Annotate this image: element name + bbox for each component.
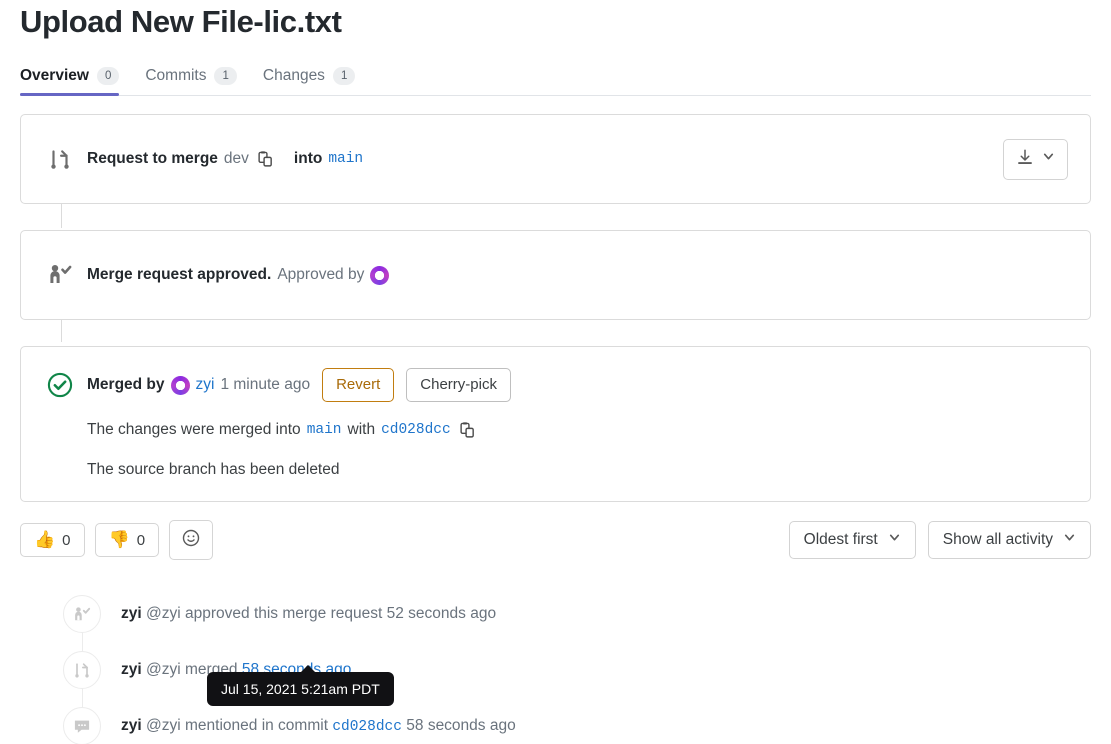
timestamp-tooltip: Jul 15, 2021 5:21am PDT bbox=[207, 665, 394, 706]
activity-item: zyi @zyi approved this merge request 52 … bbox=[20, 586, 1091, 642]
merge-detail-with: with bbox=[347, 421, 376, 438]
chevron-down-icon bbox=[888, 531, 901, 549]
activity-feed: zyi @zyi approved this merge request 52 … bbox=[20, 586, 1091, 744]
avatar[interactable] bbox=[170, 375, 190, 395]
widget-connector-1 bbox=[61, 202, 62, 228]
merge-detail-prefix: The changes were merged into bbox=[87, 421, 301, 438]
cherry-pick-button[interactable]: Cherry-pick bbox=[406, 368, 511, 402]
activity-filter-value: Show all activity bbox=[942, 531, 1053, 548]
activity-handle: @zyi bbox=[146, 717, 181, 734]
tab-commits[interactable]: Commits 1 bbox=[145, 67, 237, 95]
merge-request-icon bbox=[43, 146, 77, 172]
thumbs-down-icon: 👎 bbox=[108, 530, 130, 549]
activity-text: zyi @zyi approved this merge request 52 … bbox=[121, 605, 496, 623]
activity-action: approved this merge request bbox=[185, 605, 383, 622]
tab-changes-label: Changes bbox=[262, 67, 325, 84]
approval-icon bbox=[43, 262, 77, 288]
smiley-face-icon bbox=[181, 528, 201, 552]
request-to-merge-widget: Request to merge dev into main bbox=[20, 114, 1091, 204]
sort-order-dropdown[interactable]: Oldest first bbox=[788, 521, 916, 559]
approval-row: Merge request approved. Approved by bbox=[21, 231, 1090, 319]
request-to-merge-row: Request to merge dev into main bbox=[21, 115, 1090, 203]
tab-overview-count: 0 bbox=[96, 67, 120, 85]
activity-handle: @zyi bbox=[146, 661, 181, 678]
comment-icon bbox=[63, 707, 101, 744]
approval-title: Merge request approved. bbox=[87, 266, 272, 283]
tab-changes-count: 1 bbox=[332, 67, 356, 85]
activity-handle: @zyi bbox=[146, 605, 181, 622]
merged-widget: Merged by zyi 1 minute ago Revert Cherry… bbox=[20, 346, 1091, 502]
activity-text: zyi @zyi mentioned in commit cd028dcc 58… bbox=[121, 717, 516, 735]
activity-time: 52 seconds ago bbox=[386, 605, 497, 622]
download-icon bbox=[1016, 148, 1034, 171]
merged-header: Merged by zyi 1 minute ago Revert Cherry… bbox=[43, 365, 1068, 405]
source-branch-note-line: The source branch has been deleted bbox=[87, 461, 1068, 479]
merged-details: The changes were merged into main with c… bbox=[87, 421, 1068, 479]
activity-author[interactable]: zyi bbox=[121, 717, 142, 734]
merge-request-icon bbox=[63, 651, 101, 689]
merged-author-link[interactable]: zyi bbox=[196, 376, 215, 394]
activity-time: 58 seconds ago bbox=[406, 717, 516, 734]
approval-icon bbox=[63, 595, 101, 633]
commit-sha-link[interactable]: cd028dcc bbox=[381, 422, 451, 438]
tab-overview[interactable]: Overview 0 bbox=[20, 67, 120, 96]
target-branch[interactable]: main bbox=[328, 151, 363, 167]
thumbs-down-count: 0 bbox=[136, 531, 146, 549]
approval-text: Merge request approved. Approved by bbox=[87, 265, 390, 285]
copy-icon[interactable] bbox=[255, 150, 276, 168]
avatar[interactable] bbox=[370, 265, 390, 285]
approved-by-label: Approved by bbox=[277, 266, 365, 283]
activity-commit-sha[interactable]: cd028dcc bbox=[332, 719, 402, 735]
merged-check-icon bbox=[43, 371, 77, 399]
thumbs-up-count: 0 bbox=[62, 531, 71, 549]
copy-icon[interactable] bbox=[457, 421, 478, 439]
request-label: Request to merge bbox=[87, 150, 218, 167]
activity-item: zyi @zyi mentioned in commit cd028dcc 58… bbox=[20, 698, 1091, 744]
activity-filter-dropdown[interactable]: Show all activity bbox=[927, 521, 1091, 559]
tab-commits-label: Commits bbox=[145, 67, 207, 84]
thumbs-up-icon: 👍 bbox=[34, 530, 56, 549]
tab-commits-count: 1 bbox=[214, 67, 237, 85]
sort-order-value: Oldest first bbox=[803, 531, 878, 548]
merged-time: 1 minute ago bbox=[220, 376, 311, 393]
request-to-merge-text: Request to merge dev into main bbox=[87, 150, 363, 168]
add-reaction-button[interactable] bbox=[169, 520, 214, 560]
into-label: into bbox=[293, 150, 323, 167]
source-branch-note: The source branch has been deleted bbox=[87, 461, 340, 478]
merge-target-branch[interactable]: main bbox=[307, 422, 342, 438]
revert-button[interactable]: Revert bbox=[322, 368, 395, 402]
activity-action: mentioned in commit bbox=[185, 717, 329, 734]
page-title: Upload New File-lic.txt bbox=[20, 4, 342, 39]
chevron-down-icon bbox=[1042, 150, 1055, 168]
download-button[interactable] bbox=[1003, 138, 1068, 180]
thumbs-down-button[interactable]: 👎 0 bbox=[94, 523, 160, 557]
activity-item: zyi @zyi merged 58 seconds ago bbox=[20, 642, 1091, 698]
thumbs-up-button[interactable]: 👍 0 bbox=[20, 523, 85, 557]
tab-overview-label: Overview bbox=[20, 67, 89, 84]
merged-detail-line: The changes were merged into main with c… bbox=[87, 421, 1068, 439]
approval-widget: Merge request approved. Approved by bbox=[20, 230, 1091, 320]
source-branch: dev bbox=[223, 150, 249, 167]
merge-widgets: Request to merge dev into main Merge req… bbox=[20, 114, 1091, 502]
merged-by-label: Merged by bbox=[87, 376, 165, 393]
tab-changes[interactable]: Changes 1 bbox=[262, 67, 356, 95]
activity-author[interactable]: zyi bbox=[121, 605, 142, 622]
chevron-down-icon bbox=[1063, 531, 1076, 549]
tab-bar: Overview 0 Commits 1 Changes 1 bbox=[20, 58, 1091, 96]
actions-bar: 👍 0 👎 0 Oldest first Show all activity bbox=[20, 520, 1091, 560]
merge-request-page: Upload New File-lic.txt Overview 0 Commi… bbox=[0, 0, 1111, 744]
activity-author[interactable]: zyi bbox=[121, 661, 142, 678]
